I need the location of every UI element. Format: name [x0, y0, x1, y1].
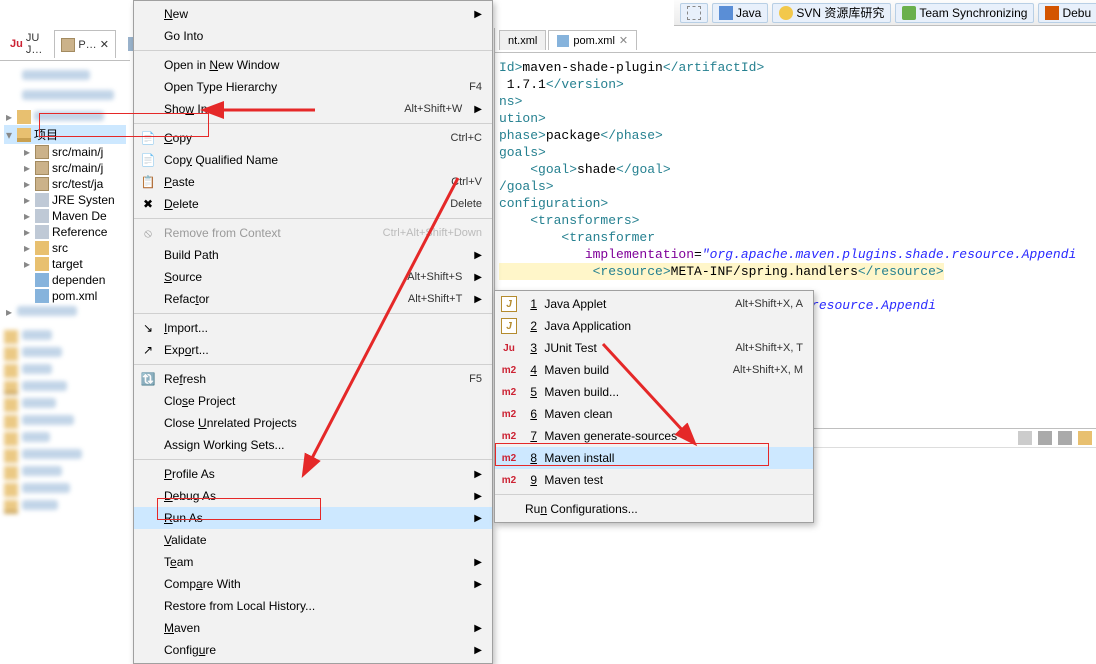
tree-item-src-test-java[interactable]: ▸src/test/ja	[4, 176, 126, 192]
copy-icon: 📄	[140, 130, 156, 146]
menu-open-new-window[interactable]: Open in New Window	[134, 54, 492, 76]
menu-import[interactable]: ↘Import...	[134, 317, 492, 339]
menu-go-into[interactable]: Go Into	[134, 25, 492, 47]
run-as-java-applet[interactable]: J1 Java AppletAlt+Shift+X, A	[495, 293, 813, 315]
menu-close-unrelated[interactable]: Close Unrelated Projects	[134, 412, 492, 434]
maven-icon: m2	[501, 428, 517, 444]
console-icon-4[interactable]	[1078, 431, 1092, 445]
tree-item-pom-xml[interactable]: pom.xml	[4, 288, 126, 304]
refresh-icon: 🔃	[140, 371, 156, 387]
menu-delete[interactable]: ✖DeleteDelete	[134, 193, 492, 215]
tree-item-maven-dep[interactable]: ▸Maven De	[4, 208, 126, 224]
maven-icon: m2	[501, 406, 517, 422]
menu-validate[interactable]: Validate	[134, 529, 492, 551]
tree-item-target[interactable]: ▸target	[4, 256, 126, 272]
perspective-team-sync[interactable]: Team Synchronizing	[895, 3, 1034, 23]
menu-new[interactable]: New▶	[134, 3, 492, 25]
editor-tab-1[interactable]: nt.xml	[499, 30, 546, 50]
menu-source[interactable]: SourceAlt+Shift+S▶	[134, 266, 492, 288]
tree-item-jre[interactable]: ▸JRE Systen	[4, 192, 126, 208]
close-icon[interactable]: ✕	[619, 34, 628, 47]
menu-show-in[interactable]: Show InAlt+Shift+W▶	[134, 98, 492, 120]
menu-run-as[interactable]: Run As▶	[134, 507, 492, 529]
tree-item-referenced[interactable]: ▸Reference	[4, 224, 126, 240]
tree-item-src-main-java[interactable]: ▸src/main/j	[4, 144, 126, 160]
delete-icon: ✖	[140, 196, 156, 212]
menu-copy[interactable]: 📄CopyCtrl+C	[134, 127, 492, 149]
menu-export[interactable]: ↗Export...	[134, 339, 492, 361]
menu-assign-working-sets[interactable]: Assign Working Sets...	[134, 434, 492, 456]
menu-refactor[interactable]: RefactorAlt+Shift+T▶	[134, 288, 492, 310]
maven-icon: m2	[501, 362, 517, 378]
menu-compare-with[interactable]: Compare With▶	[134, 573, 492, 595]
run-as-maven-build[interactable]: m24 Maven buildAlt+Shift+X, M	[495, 359, 813, 381]
run-as-maven-test[interactable]: m29 Maven test	[495, 469, 813, 491]
console-icon-1[interactable]	[1018, 431, 1032, 445]
menu-profile-as[interactable]: Profile As▶	[134, 463, 492, 485]
perspective-debug[interactable]: Debu	[1038, 3, 1096, 23]
import-icon: ↘	[140, 320, 156, 336]
maven-icon: m2	[501, 384, 517, 400]
run-as-junit-test[interactable]: Ju3 JUnit TestAlt+Shift+X, T	[495, 337, 813, 359]
console-icon-3[interactable]	[1058, 431, 1072, 445]
console-icon-2[interactable]	[1038, 431, 1052, 445]
package-explorer-tab[interactable]: P…✕	[54, 30, 116, 58]
tree-item-src-folder[interactable]: ▸src	[4, 240, 126, 256]
run-as-maven-build-dots[interactable]: m25 Maven build...	[495, 381, 813, 403]
menu-remove-context: ⦸Remove from ContextCtrl+Alt+Shift+Down	[134, 222, 492, 244]
junit-icon: Ju	[501, 340, 517, 356]
perspective-java[interactable]: Java	[712, 3, 768, 23]
perspective-toolbar: Java SVN 资源库研究 Team Synchronizing Debu	[674, 0, 1096, 26]
tree-item-src-main-java2[interactable]: ▸src/main/j	[4, 160, 126, 176]
menu-open-type-hierarchy[interactable]: Open Type HierarchyF4	[134, 76, 492, 98]
menu-close-project[interactable]: Close Project	[134, 390, 492, 412]
tree-item-dependency[interactable]: dependen	[4, 272, 126, 288]
menu-maven[interactable]: Maven▶	[134, 617, 492, 639]
export-icon: ↗	[140, 342, 156, 358]
copy-qualified-icon: 📄	[140, 152, 156, 168]
tree-project-closed[interactable]: ▸	[4, 109, 126, 125]
tree-project-selected[interactable]: ▾项目	[4, 125, 126, 144]
tree-project-closed-2[interactable]: ▸	[4, 304, 126, 320]
menu-team[interactable]: Team▶	[134, 551, 492, 573]
remove-context-icon: ⦸	[140, 225, 156, 241]
run-as-run-configurations[interactable]: Run Configurations...	[495, 498, 813, 520]
menu-configure[interactable]: Configure▶	[134, 639, 492, 661]
editor-tab-pom-xml[interactable]: pom.xml✕	[548, 30, 637, 50]
run-as-submenu: J1 Java AppletAlt+Shift+X, A J2 Java App…	[494, 290, 814, 523]
menu-build-path[interactable]: Build Path▶	[134, 244, 492, 266]
run-as-maven-install[interactable]: m28 Maven install	[495, 447, 813, 469]
paste-icon: 📋	[140, 174, 156, 190]
perspective-svn[interactable]: SVN 资源库研究	[772, 3, 891, 23]
open-perspective-button[interactable]	[680, 3, 708, 23]
menu-paste[interactable]: 📋PasteCtrl+V	[134, 171, 492, 193]
menu-restore-history[interactable]: Restore from Local History...	[134, 595, 492, 617]
maven-icon: m2	[501, 472, 517, 488]
maven-icon: m2	[501, 450, 517, 466]
package-explorer: JuJU J… P…✕ ▸ ▾项目 ▸src/main/j ▸src/main/…	[0, 28, 130, 652]
menu-copy-qualified[interactable]: 📄Copy Qualified Name	[134, 149, 492, 171]
menu-debug-as[interactable]: Debug As▶	[134, 485, 492, 507]
menu-refresh[interactable]: 🔃RefreshF5	[134, 368, 492, 390]
java-applet-icon: J	[501, 296, 517, 312]
run-as-maven-clean[interactable]: m26 Maven clean	[495, 403, 813, 425]
run-as-java-application[interactable]: J2 Java Application	[495, 315, 813, 337]
project-label: 项目	[34, 126, 58, 143]
java-app-icon: J	[501, 318, 517, 334]
junit-view-tab[interactable]: JuJU J…	[4, 30, 48, 58]
context-menu: New▶ Go Into Open in New Window Open Typ…	[133, 0, 493, 664]
run-as-maven-generate-sources[interactable]: m27 Maven generate-sources	[495, 425, 813, 447]
